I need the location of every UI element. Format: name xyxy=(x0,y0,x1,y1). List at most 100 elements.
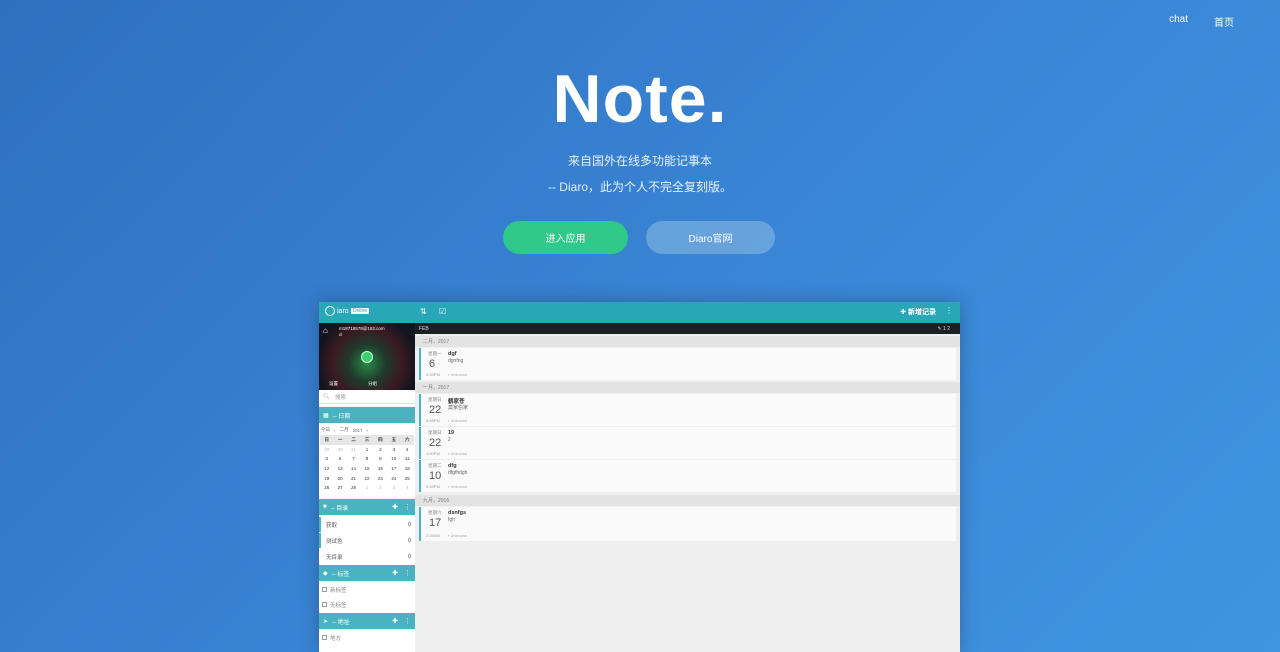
home-icon[interactable]: ⌂ xyxy=(323,326,328,335)
prev-month-icon[interactable]: ‹ xyxy=(334,428,336,433)
calendar-day[interactable]: 2 xyxy=(374,447,387,452)
hero-subtitle-2: -- Diaro，此为个人不完全复刻版。 xyxy=(547,180,732,194)
tag-checkbox[interactable] xyxy=(322,587,327,592)
entry-weekday: 星期日 xyxy=(428,397,442,402)
calendar-day[interactable]: 23 xyxy=(374,476,387,481)
more-menu-icon[interactable]: ⋮ xyxy=(945,306,953,315)
folder-count: 0 xyxy=(407,521,411,528)
app-brand-badge: Online xyxy=(350,308,370,314)
calendar-day[interactable]: 10 xyxy=(387,456,400,461)
diaro-site-button[interactable]: Diaro官网 xyxy=(646,221,775,254)
calendar-day[interactable]: 30 xyxy=(333,447,346,452)
calendar-day[interactable]: 9 xyxy=(374,456,387,461)
app-preview: iaro Online ⇅ ☑ ✚ 新增记录 ⋮ ⌂ m18718579@163… xyxy=(319,302,960,652)
entry-card[interactable]: 星期日 22 1:50PM 19 2 ▪ Unknown xyxy=(419,427,956,459)
calendar-section-header[interactable]: ▦ -- 日期 xyxy=(319,407,415,423)
locations-menu-icon[interactable]: ⋮ xyxy=(404,617,411,625)
next-month-icon[interactable]: › xyxy=(367,428,369,433)
sidebar: ⌂ m18718579@163.com cl 设置 分组 🔍︎ 搜索 ▦ -- … xyxy=(319,323,415,652)
calendar-day[interactable]: 29 xyxy=(320,447,333,452)
calendar-day[interactable]: 12 xyxy=(320,466,333,471)
weekday-label: 一 xyxy=(337,436,343,442)
tags-menu-icon[interactable]: ⋮ xyxy=(404,569,411,577)
add-tag-icon[interactable]: ✚ xyxy=(392,569,398,577)
app-toolbar: iaro Online ⇅ ☑ ✚ 新增记录 ⋮ xyxy=(319,302,960,323)
folder-name: 无目录 xyxy=(326,554,343,561)
sort-icon[interactable]: ⇅ xyxy=(420,307,427,316)
folders-section-header[interactable]: ■ -- 目录 ✚ ⋮ xyxy=(319,499,415,515)
location-checkbox[interactable] xyxy=(322,635,327,640)
calendar-day[interactable]: 3 xyxy=(387,485,400,490)
entry-meta: ▪ Unknown xyxy=(448,484,468,489)
calendar-day[interactable]: 1 xyxy=(360,485,373,490)
year-select[interactable]: 2017 xyxy=(353,428,363,433)
weekday-label: 四 xyxy=(378,436,383,442)
calendar-day[interactable]: 13 xyxy=(333,466,346,471)
folder-item[interactable]: 获取 0 xyxy=(319,517,415,532)
calendar-day[interactable]: 26 xyxy=(320,485,333,490)
profile-email-line-2: cl xyxy=(339,332,343,337)
nav-home-link[interactable]: 首页 xyxy=(1214,14,1234,29)
folder-item[interactable]: 无目录 0 xyxy=(319,549,415,564)
calendar-day[interactable]: 27 xyxy=(333,485,346,490)
calendar-day[interactable]: 2 xyxy=(374,485,387,490)
calendar-day[interactable]: 4 xyxy=(401,485,414,490)
entry-title: dfg xyxy=(448,463,457,469)
calendar-day[interactable]: 14 xyxy=(347,466,360,471)
entry-weekday: 星期六 xyxy=(428,510,442,515)
entry-list-header-label: FEB xyxy=(419,325,429,332)
entry-card[interactable]: 星期六 17 2:29AM dsnfgs fgh ▪ Unknown xyxy=(419,507,956,541)
calendar-day[interactable]: 28 xyxy=(347,485,360,490)
calendar-day[interactable]: 31 xyxy=(347,447,360,452)
calendar-day[interactable]: 6 xyxy=(333,456,346,461)
sidebar-search[interactable]: 🔍︎ 搜索 xyxy=(319,390,415,404)
calendar-day[interactable]: 25 xyxy=(401,476,414,481)
entry-card[interactable]: 星期日 22 5:58PM 鹤家苍 莫家伯家 ▪ Unknown xyxy=(419,394,956,426)
calendar-day[interactable]: 16 xyxy=(374,466,387,471)
tag-item[interactable]: 新标签 xyxy=(319,582,415,597)
entry-list-header: FEB ✎ 1 2 xyxy=(415,323,960,334)
calendar-day[interactable]: 4 xyxy=(401,447,414,452)
calendar-day[interactable]: 22 xyxy=(360,476,373,481)
calendar-day[interactable]: 24 xyxy=(387,476,400,481)
entry-card[interactable]: 星期一 6 3:33PM dgf dgnfng ▪ Unknown xyxy=(419,348,956,380)
tag-checkbox[interactable] xyxy=(322,602,327,607)
calendar-day[interactable]: 11 xyxy=(401,456,414,461)
add-folder-icon[interactable]: ✚ xyxy=(392,503,398,511)
calendar-day[interactable]: 21 xyxy=(347,476,360,481)
folders-menu-icon[interactable]: ⋮ xyxy=(404,503,411,511)
enter-app-button[interactable]: 进入应用 xyxy=(503,221,628,254)
locations-section-header[interactable]: ➤ -- 地址 ✚ ⋮ xyxy=(319,613,415,629)
calendar-day[interactable]: 19 xyxy=(320,476,333,481)
month-select[interactable]: 二月 xyxy=(340,427,349,433)
entry-title: dgf xyxy=(448,351,457,357)
calendar-day[interactable]: 17 xyxy=(387,466,400,471)
logo-circle-icon xyxy=(325,306,335,316)
entry-card[interactable]: 星期二 10 9:49PM dfg dfgfhdgh ▪ Unknown xyxy=(419,460,956,492)
calendar-day[interactable]: 1 xyxy=(360,447,373,452)
calendar-day[interactable]: 7 xyxy=(347,456,360,461)
new-record-button[interactable]: ✚ 新增记录 xyxy=(900,307,936,317)
calendar-day[interactable]: 18 xyxy=(401,466,414,471)
location-item[interactable]: 地方 xyxy=(319,630,415,645)
folder-item[interactable]: 测试色 0 xyxy=(319,533,415,548)
tag-item[interactable]: 无标签 xyxy=(319,597,415,612)
weekday-label: 三 xyxy=(364,436,370,442)
tags-section-header[interactable]: ◆ -- 标签 ✚ ⋮ xyxy=(319,565,415,581)
calendar-day[interactable]: 20 xyxy=(333,476,346,481)
add-location-icon[interactable]: ✚ xyxy=(392,617,398,625)
locations-section-label: -- 地址 xyxy=(332,619,350,626)
locations-actions: ✚ ⋮ xyxy=(392,617,411,625)
profile-settings-link[interactable]: 设置 xyxy=(329,381,338,387)
profile-group-link[interactable]: 分组 xyxy=(368,381,377,387)
nav-chat-link[interactable]: chat xyxy=(1169,14,1188,29)
calendar-day[interactable]: 15 xyxy=(360,466,373,471)
calendar-day[interactable]: 5 xyxy=(320,456,333,461)
entry-list: FEB ✎ 1 2 二月，2017 星期一 6 3:33PM dgf dgnfn… xyxy=(415,323,960,652)
entry-time: 5:58PM xyxy=(426,418,440,423)
today-button[interactable]: 今日 xyxy=(321,427,330,433)
calendar-day[interactable]: 8 xyxy=(360,456,373,461)
calendar-day[interactable]: 3 xyxy=(387,447,400,452)
multi-select-icon[interactable]: ☑ xyxy=(439,307,446,316)
month-header: 一月，2017 xyxy=(415,382,960,393)
